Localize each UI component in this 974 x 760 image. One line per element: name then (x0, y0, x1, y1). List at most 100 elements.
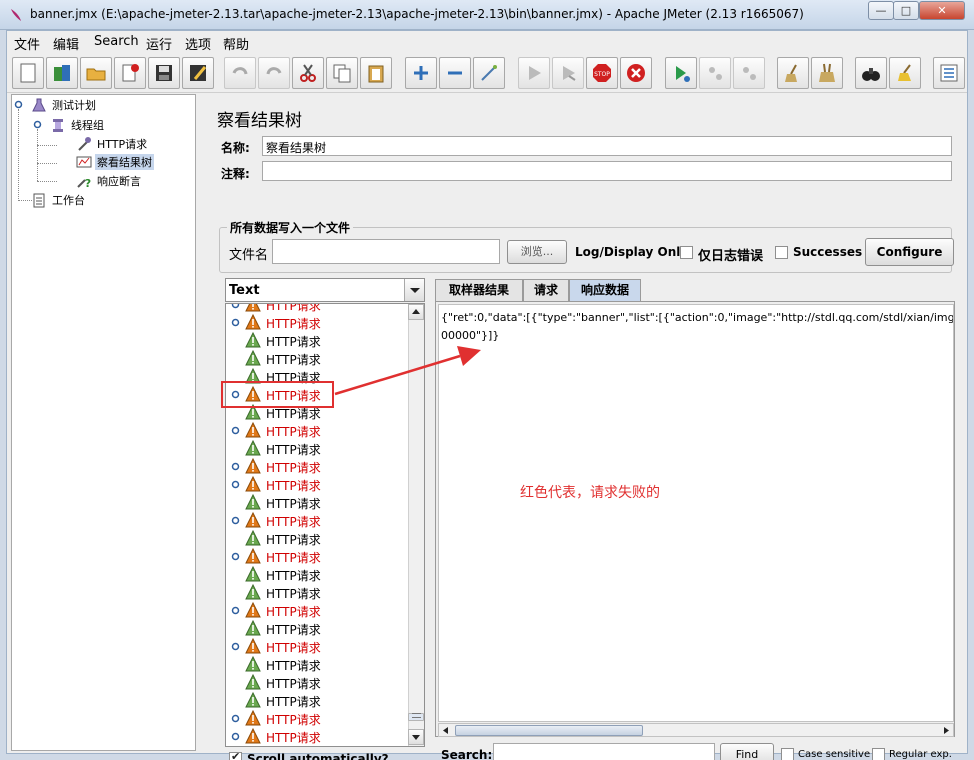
sample-result-item[interactable]: HTTP请求 (226, 313, 409, 331)
response-scroll-thumb[interactable] (455, 725, 643, 736)
copy-button[interactable] (326, 57, 358, 89)
split-pane-divider[interactable] (197, 94, 205, 751)
results-vertical-scrollbar[interactable] (408, 304, 424, 746)
expand-handle-icon[interactable] (231, 516, 240, 525)
browse-button[interactable]: 浏览... (507, 240, 567, 264)
tree-node-response-assertion[interactable]: ? 响应断言 (76, 172, 143, 190)
tab-response-data[interactable]: 响应数据 (569, 279, 641, 301)
collapse-all-button[interactable] (439, 57, 471, 89)
tree-node-thread-group[interactable]: 线程组 (50, 116, 106, 134)
tree-node-view-results-tree[interactable]: 察看结果树 (76, 153, 154, 171)
tree-node-workbench[interactable]: 工作台 (31, 191, 87, 209)
shutdown-button[interactable] (620, 57, 652, 89)
close-plan-button[interactable] (114, 57, 146, 89)
sample-result-item[interactable]: HTTP请求 (226, 303, 409, 313)
menu-edit[interactable]: 编辑 (53, 34, 79, 53)
case-sensitive-checkbox[interactable] (781, 748, 794, 760)
menu-run[interactable]: 运行 (146, 34, 172, 53)
tab-request[interactable]: 请求 (523, 279, 569, 301)
expand-handle-icon[interactable] (231, 732, 240, 741)
sample-result-item[interactable]: HTTP请求 (226, 691, 409, 709)
sample-result-item[interactable]: HTTP请求 (226, 439, 409, 457)
scroll-thumb[interactable] (408, 713, 424, 721)
redo-button[interactable] (258, 57, 290, 89)
clear-button[interactable] (777, 57, 809, 89)
arrow-left-icon[interactable] (440, 725, 452, 736)
scroll-up-button[interactable] (408, 304, 424, 320)
expand-handle-icon[interactable] (231, 606, 240, 615)
search-input[interactable] (493, 743, 715, 760)
cut-button[interactable] (292, 57, 324, 89)
paste-button[interactable] (360, 57, 392, 89)
scroll-down-button[interactable] (408, 729, 424, 745)
new-button[interactable] (12, 57, 44, 89)
arrow-right-icon[interactable] (940, 725, 952, 736)
sample-result-item[interactable]: HTTP请求 (226, 655, 409, 673)
remote-start-button[interactable] (665, 57, 697, 89)
sample-result-item[interactable]: HTTP请求 (226, 673, 409, 691)
sample-result-item[interactable]: HTTP请求 (226, 349, 409, 367)
templates-button[interactable] (46, 57, 78, 89)
open-button[interactable] (80, 57, 112, 89)
renderer-dropdown-button[interactable] (404, 279, 424, 301)
undo-button[interactable] (224, 57, 256, 89)
sample-result-item[interactable]: HTTP请求 (226, 331, 409, 349)
close-button[interactable]: ✕ (919, 1, 965, 20)
successes-checkbox[interactable] (775, 246, 788, 259)
clear-all-button[interactable] (811, 57, 843, 89)
remote-shutdown-button[interactable] (733, 57, 765, 89)
name-field[interactable]: 察看结果树 (262, 136, 952, 156)
tab-sampler-result[interactable]: 取样器结果 (435, 279, 523, 301)
menu-options[interactable]: 选项 (185, 34, 211, 53)
expand-handle-icon[interactable] (231, 303, 240, 309)
start-button[interactable] (518, 57, 550, 89)
comment-field[interactable] (262, 161, 952, 181)
start-no-pause-button[interactable] (552, 57, 584, 89)
save-button[interactable] (148, 57, 180, 89)
save-as-button[interactable] (182, 57, 214, 89)
reset-search-button[interactable] (889, 57, 921, 89)
expand-handle-icon[interactable] (33, 120, 42, 129)
scroll-automatically-checkbox[interactable] (229, 750, 242, 760)
expand-handle-icon[interactable] (231, 642, 240, 651)
sample-results-list[interactable]: HTTP请求 HTTP请求 HTTP请求 HTTP请求 HTTP请求 HTTP请求 HTTP… (225, 303, 425, 747)
find-button[interactable]: Find (720, 743, 774, 760)
regular-exp-checkbox[interactable] (872, 748, 885, 760)
stop-button[interactable]: STOP (586, 57, 618, 89)
expand-handle-icon[interactable] (231, 714, 240, 723)
toggle-button[interactable] (473, 57, 505, 89)
tree-node-http-request[interactable]: HTTP请求 (76, 135, 149, 153)
sample-result-item[interactable]: HTTP请求 (226, 637, 409, 655)
sample-result-item[interactable]: HTTP请求 (226, 619, 409, 637)
sample-result-item[interactable]: HTTP请求 (226, 475, 409, 493)
renderer-select[interactable]: Text (225, 278, 425, 302)
sample-result-item[interactable]: HTTP请求 (226, 457, 409, 475)
response-horizontal-scrollbar[interactable] (438, 723, 954, 737)
expand-handle-icon[interactable] (14, 100, 23, 109)
sample-result-item[interactable]: HTTP请求 (226, 421, 409, 439)
sample-result-item[interactable]: HTTP请求 (226, 583, 409, 601)
expand-handle-icon[interactable] (231, 318, 240, 327)
tree-node-test-plan[interactable]: 测试计划 (31, 96, 98, 114)
configure-button[interactable]: Configure (865, 238, 954, 266)
menu-search[interactable]: Search (94, 34, 139, 49)
expand-handle-icon[interactable] (231, 552, 240, 561)
sample-result-item[interactable]: HTTP请求 (226, 727, 409, 745)
expand-all-button[interactable] (405, 57, 437, 89)
sample-result-item[interactable]: HTTP请求 (226, 511, 409, 529)
expand-handle-icon[interactable] (231, 480, 240, 489)
sample-result-item[interactable]: HTTP请求 (226, 493, 409, 511)
remote-stop-button[interactable] (699, 57, 731, 89)
maximize-button[interactable]: □ (893, 1, 919, 20)
menu-help[interactable]: 帮助 (223, 34, 249, 53)
menu-file[interactable]: 文件 (14, 34, 40, 53)
sample-result-item[interactable]: HTTP请求 (226, 709, 409, 727)
sample-result-item[interactable]: HTTP请求 (226, 601, 409, 619)
response-body-text[interactable]: {"ret":0,"data":[{"type":"banner","list"… (438, 304, 954, 722)
filename-input[interactable] (272, 239, 500, 264)
minimize-button[interactable]: — (868, 1, 894, 20)
expand-handle-icon[interactable] (231, 426, 240, 435)
expand-handle-icon[interactable] (231, 462, 240, 471)
search-button[interactable] (855, 57, 887, 89)
errors-only-checkbox[interactable] (680, 246, 693, 259)
